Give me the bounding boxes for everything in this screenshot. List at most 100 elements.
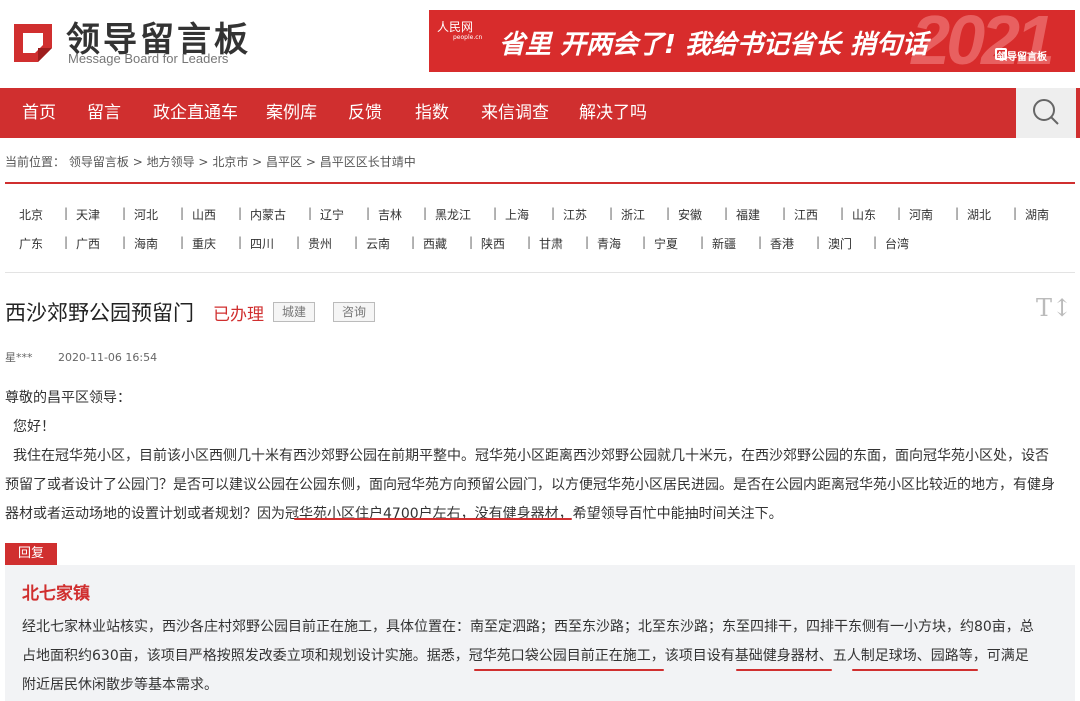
tag-type[interactable]: 咨询 xyxy=(333,302,376,322)
highlight-underline xyxy=(294,518,572,520)
tag-category[interactable]: 城建 xyxy=(273,302,316,322)
region-selector: 北京 | 天津 | 河北 | 山西 | 内蒙古 | 辽宁 | 吉林 | 黑龙江 | 上海 | 江苏 | 浙江 | 安徽 | 福建… xyxy=(5,198,1075,268)
breadcrumb-link[interactable]: 北京市 xyxy=(212,155,248,169)
region-link[interactable]: 天津 xyxy=(76,206,100,223)
region-link[interactable]: 安徽 xyxy=(678,206,702,223)
region-link[interactable]: 陕西 xyxy=(481,235,505,252)
region-separator: | xyxy=(955,206,960,220)
site-subtitle: Message Board for Leaders xyxy=(68,51,229,66)
breadcrumb-link[interactable]: 昌平区区长甘靖中 xyxy=(320,155,416,169)
breadcrumb-sep: > xyxy=(305,155,316,169)
region-separator: | xyxy=(551,206,556,220)
region-separator: | xyxy=(700,235,705,249)
post-paragraph: 我住在冠华苑小区，目前该小区西侧几十米有西沙郊野公园在前期平整中。冠华苑小区距离… xyxy=(13,448,1049,464)
banner-headline: 省里 开两会了! 我给书记省长 捎句话 xyxy=(499,30,929,60)
region-separator: | xyxy=(296,235,301,249)
promo-banner[interactable]: 2021 人民网 people.cn 省里 开两会了! 我给书记省长 捎句话 领… xyxy=(429,10,1075,72)
breadcrumb-link[interactable]: 地方领导 xyxy=(147,155,195,169)
reply-paragraph: 占地面积约630亩，该项目严格按照发改委立项和规划设计实施。据悉，冠华苑口袋公园… xyxy=(22,648,1029,664)
nav-item-index[interactable]: 指数 xyxy=(415,88,449,138)
breadcrumb-sep: > xyxy=(198,155,209,169)
region-separator: | xyxy=(527,235,532,249)
region-link[interactable]: 山东 xyxy=(852,206,876,223)
region-separator: | xyxy=(122,235,127,249)
reply-org: 北七家镇 xyxy=(22,584,90,604)
region-separator: | xyxy=(1013,206,1018,220)
region-link[interactable]: 辽宁 xyxy=(320,206,344,223)
region-link[interactable]: 海南 xyxy=(134,235,158,252)
region-link[interactable]: 湖南 xyxy=(1025,206,1049,223)
nav-item-feedback[interactable]: 反馈 xyxy=(348,88,382,138)
region-link[interactable]: 青海 xyxy=(597,235,621,252)
site-header: 领导留言板 Message Board for Leaders 2021 人民网… xyxy=(0,0,1080,88)
post-meta: 星*** 2020-11-06 16:54 xyxy=(5,349,179,365)
region-separator: | xyxy=(493,206,498,220)
region-link[interactable]: 贵州 xyxy=(308,235,332,252)
region-link[interactable]: 河南 xyxy=(909,206,933,223)
status-badge: 已办理 xyxy=(213,305,264,325)
region-separator: | xyxy=(469,235,474,249)
region-link[interactable]: 台湾 xyxy=(885,235,909,252)
breadcrumb-sep: > xyxy=(252,155,263,169)
region-link[interactable]: 黑龙江 xyxy=(435,206,471,223)
region-link[interactable]: 云南 xyxy=(366,235,390,252)
region-link[interactable]: 河北 xyxy=(134,206,158,223)
region-separator: | xyxy=(897,206,902,220)
region-link[interactable]: 广西 xyxy=(76,235,100,252)
region-separator: | xyxy=(308,206,313,220)
region-separator: | xyxy=(873,235,878,249)
region-link[interactable]: 广东 xyxy=(19,235,43,252)
highlight-underline xyxy=(736,669,832,671)
region-link[interactable]: 宁夏 xyxy=(654,235,678,252)
nav-item-resolved[interactable]: 解决了吗 xyxy=(579,88,647,138)
post-paragraph: 器材或者运动场地的设置计划或者规划？因为冠华苑小区住户4700户左右，没有健身器… xyxy=(5,506,783,522)
divider xyxy=(5,182,1075,184)
region-link[interactable]: 西藏 xyxy=(423,235,447,252)
region-link[interactable]: 内蒙古 xyxy=(250,206,286,223)
region-link[interactable]: 重庆 xyxy=(192,235,216,252)
search-button[interactable] xyxy=(1016,88,1076,138)
region-separator: | xyxy=(609,206,614,220)
post-author: 星*** xyxy=(5,351,33,364)
region-link[interactable]: 江苏 xyxy=(563,206,587,223)
region-link[interactable]: 吉林 xyxy=(378,206,402,223)
region-separator: | xyxy=(724,206,729,220)
highlight-underline xyxy=(474,669,664,671)
region-separator: | xyxy=(642,235,647,249)
region-separator: | xyxy=(816,235,821,249)
main-nav: 首页 留言 政企直通车 案例库 反馈 指数 来信调查 解决了吗 xyxy=(0,88,1080,138)
post-body: 尊敬的昌平区领导： 您好！ 我住在冠华苑小区，目前该小区西侧几十米有西沙郊野公园… xyxy=(5,384,1075,529)
region-link[interactable]: 福建 xyxy=(736,206,760,223)
region-separator: | xyxy=(238,206,243,220)
font-size-icon[interactable]: T↕ xyxy=(1036,294,1072,322)
region-link[interactable]: 澳门 xyxy=(828,235,852,252)
region-link[interactable]: 江西 xyxy=(794,206,818,223)
region-separator: | xyxy=(122,206,127,220)
nav-item-home[interactable]: 首页 xyxy=(22,88,56,138)
nav-item-message[interactable]: 留言 xyxy=(87,88,121,138)
region-link[interactable]: 湖北 xyxy=(967,206,991,223)
region-separator: | xyxy=(180,235,185,249)
reply-paragraph: 经北七家林业站核实，西沙各庄村郊野公园目前正在施工，具体位置在：南至定泗路；西至… xyxy=(22,619,1034,635)
breadcrumb-link[interactable]: 领导留言板 xyxy=(69,155,129,169)
nav-item-survey[interactable]: 来信调查 xyxy=(481,88,549,138)
region-link[interactable]: 北京 xyxy=(19,206,43,223)
post-salutation: 尊敬的昌平区领导： xyxy=(5,390,131,406)
post-title: 西沙郊野公园预留门 xyxy=(5,301,194,325)
banner-brand: 领导留言板 xyxy=(997,52,1047,63)
breadcrumb-link[interactable]: 昌平区 xyxy=(266,155,302,169)
region-link[interactable]: 浙江 xyxy=(621,206,645,223)
region-link[interactable]: 山西 xyxy=(192,206,216,223)
region-link[interactable]: 四川 xyxy=(250,235,274,252)
region-link[interactable]: 香港 xyxy=(770,235,794,252)
region-link[interactable]: 甘肃 xyxy=(539,235,563,252)
post-date: 2020-11-06 16:54 xyxy=(58,351,158,364)
breadcrumb-sep: > xyxy=(132,155,143,169)
nav-item-cases[interactable]: 案例库 xyxy=(266,88,317,138)
region-link[interactable]: 新疆 xyxy=(712,235,736,252)
banner-people-sub: people.cn xyxy=(453,34,483,41)
nav-item-enterprise[interactable]: 政企直通车 xyxy=(153,88,238,138)
logo-icon[interactable] xyxy=(8,18,58,68)
region-link[interactable]: 上海 xyxy=(505,206,529,223)
region-separator: | xyxy=(666,206,671,220)
